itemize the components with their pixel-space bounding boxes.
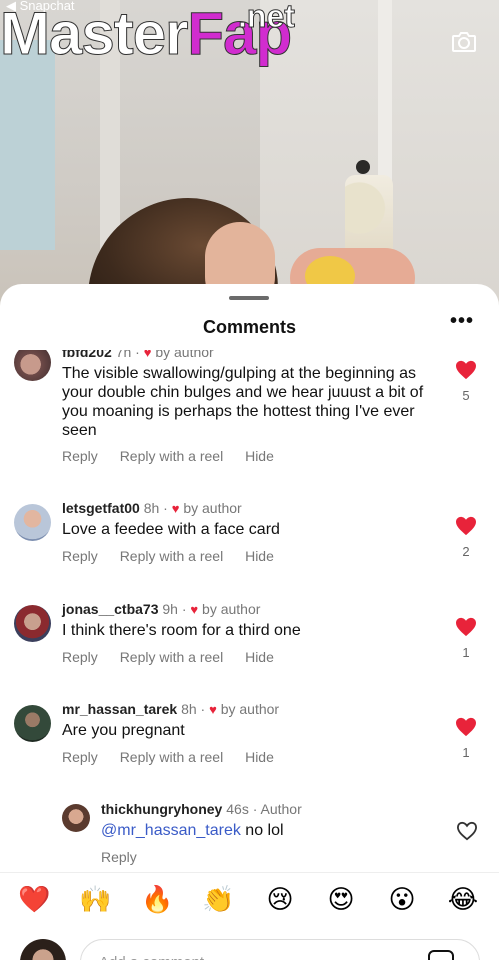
comment-actions: Reply Reply with a reel Hide <box>62 548 292 564</box>
sheet-drag-handle[interactable] <box>229 296 269 300</box>
commenter-avatar[interactable] <box>14 605 51 642</box>
commenter-avatar[interactable] <box>14 350 51 381</box>
comments-sheet: Comments ••• fbfd202 7h · ♥ by author Th… <box>0 284 499 960</box>
comment-actions: Reply Reply with a reel Hide <box>62 749 292 765</box>
sheet-title: Comments <box>202 317 296 337</box>
comment-username[interactable]: fbfd202 <box>62 350 112 360</box>
hide-button[interactable]: Hide <box>245 749 274 765</box>
reply-actions: Reply <box>101 849 155 865</box>
comment-username[interactable]: mr_hassan_tarek <box>62 701 177 717</box>
comment-item: jonas__ctba73 9h · ♥ by author I think t… <box>0 601 499 681</box>
like-count: 1 <box>462 645 470 660</box>
like-heart-outline-icon[interactable] <box>456 821 478 841</box>
emoji-heart-eyes-button[interactable]: 😍 <box>325 883 357 915</box>
comment-username[interactable]: letsgetfat00 <box>62 500 140 516</box>
comment-text: Are you pregnant <box>62 722 185 739</box>
comment-item: letsgetfat00 8h · ♥ by author Love a fee… <box>0 500 499 580</box>
comment-input[interactable]: Add a comment… <box>80 939 480 960</box>
emoji-clap-button[interactable]: 👏 <box>202 883 234 915</box>
current-user-avatar <box>20 939 66 960</box>
reply-item: thickhungryhoney 46s · Author @mr_hassan… <box>0 801 499 871</box>
author-heart-icon: ♥ <box>171 501 180 516</box>
reply-with-reel-button[interactable]: Reply with a reel <box>120 749 224 765</box>
author-like-badge: by author <box>155 350 214 360</box>
author-like-badge: by author <box>220 701 280 717</box>
comment-text: I think there's room for a third one <box>62 622 301 639</box>
comment-actions: Reply Reply with a reel Hide <box>62 649 292 665</box>
comment-actions: Reply Reply with a reel Hide <box>62 448 292 464</box>
camera-icon[interactable] <box>450 28 478 56</box>
emoji-crying-button[interactable]: 😢 <box>264 883 296 915</box>
reply-button[interactable]: Reply <box>62 448 98 464</box>
watermark-main: Master <box>0 0 189 67</box>
like-count: 1 <box>462 745 470 760</box>
reply-with-reel-button[interactable]: Reply with a reel <box>120 649 224 665</box>
comment-meta: letsgetfat00 8h · ♥ by author <box>62 500 242 516</box>
emoji-raised-hands-button[interactable]: 🙌 <box>79 883 111 915</box>
more-options-button[interactable]: ••• <box>450 311 474 332</box>
comment-time: 9h <box>162 601 178 617</box>
author-heart-icon: ♥ <box>190 602 199 617</box>
comment-time: 8h <box>181 701 197 717</box>
reply-mention-link[interactable]: @mr_hassan_tarek <box>101 822 241 839</box>
reply-avatar[interactable] <box>62 804 90 832</box>
reply-author-badge: Author <box>260 801 302 817</box>
reply-body: no lol <box>240 822 284 839</box>
watermark-tld: .net <box>238 0 296 35</box>
reply-button[interactable]: Reply <box>62 749 98 765</box>
commenter-avatar[interactable] <box>14 705 51 742</box>
like-heart-icon[interactable] <box>455 717 477 737</box>
door-knob <box>356 160 370 174</box>
reel-video[interactable]: ◀ Snapchat MasterFap .net <box>0 0 499 320</box>
reply-username[interactable]: thickhungryhoney <box>101 801 222 817</box>
comment-meta: jonas__ctba73 9h · ♥ by author <box>62 601 261 617</box>
like-count: 5 <box>462 388 470 403</box>
hide-button[interactable]: Hide <box>245 448 274 464</box>
author-like-badge: by author <box>183 500 242 516</box>
author-heart-icon: ♥ <box>143 350 152 360</box>
reply-with-reel-button[interactable]: Reply with a reel <box>120 548 224 564</box>
comment-username[interactable]: jonas__ctba73 <box>62 601 159 617</box>
emoji-quick-bar: ❤️ 🙌 🔥 👏 😢 😍 😮 😂 <box>0 872 499 922</box>
reply-button[interactable]: Reply <box>62 649 98 665</box>
comment-time: 8h <box>143 500 160 516</box>
like-heart-icon[interactable] <box>455 617 477 637</box>
comment-text: The visible swallowing/gulping at the be… <box>62 365 424 439</box>
author-heart-icon: ♥ <box>209 702 217 717</box>
commenter-avatar[interactable] <box>14 504 51 541</box>
comment-meta: mr_hassan_tarek 8h · ♥ by author <box>62 701 280 717</box>
reply-text: @mr_hassan_tarek no lol <box>101 821 471 840</box>
like-heart-icon[interactable] <box>455 360 477 380</box>
gif-sticker-icon[interactable] <box>428 950 454 960</box>
reply-button[interactable]: Reply <box>62 548 98 564</box>
like-count: 2 <box>462 544 470 559</box>
reply-time: 46s <box>226 801 249 817</box>
like-heart-icon[interactable] <box>455 516 477 536</box>
comment-item: fbfd202 7h · ♥ by author The visible swa… <box>0 350 499 469</box>
comment-list[interactable]: fbfd202 7h · ♥ by author The visible swa… <box>0 350 499 872</box>
hide-button[interactable]: Hide <box>245 649 274 665</box>
window <box>0 40 55 250</box>
hide-button[interactable]: Hide <box>245 548 274 564</box>
emoji-heart-button[interactable]: ❤️ <box>18 883 50 915</box>
comment-time: 7h <box>115 350 132 360</box>
comment-item: mr_hassan_tarek 8h · ♥ by author Are you… <box>0 701 499 781</box>
author-like-badge: by author <box>202 601 261 617</box>
reply-button[interactable]: Reply <box>101 849 137 865</box>
reply-with-reel-button[interactable]: Reply with a reel <box>120 448 224 464</box>
emoji-surprised-button[interactable]: 😮 <box>386 883 418 915</box>
comment-meta: fbfd202 7h · ♥ by author <box>62 350 214 360</box>
reply-meta: thickhungryhoney 46s · Author <box>101 801 302 817</box>
emoji-fire-button[interactable]: 🔥 <box>141 883 173 915</box>
compose-row: Add a comment… <box>0 930 499 960</box>
comment-text: Love a feedee with a face card <box>62 521 280 538</box>
emoji-laughing-button[interactable]: 😂 <box>447 883 479 915</box>
